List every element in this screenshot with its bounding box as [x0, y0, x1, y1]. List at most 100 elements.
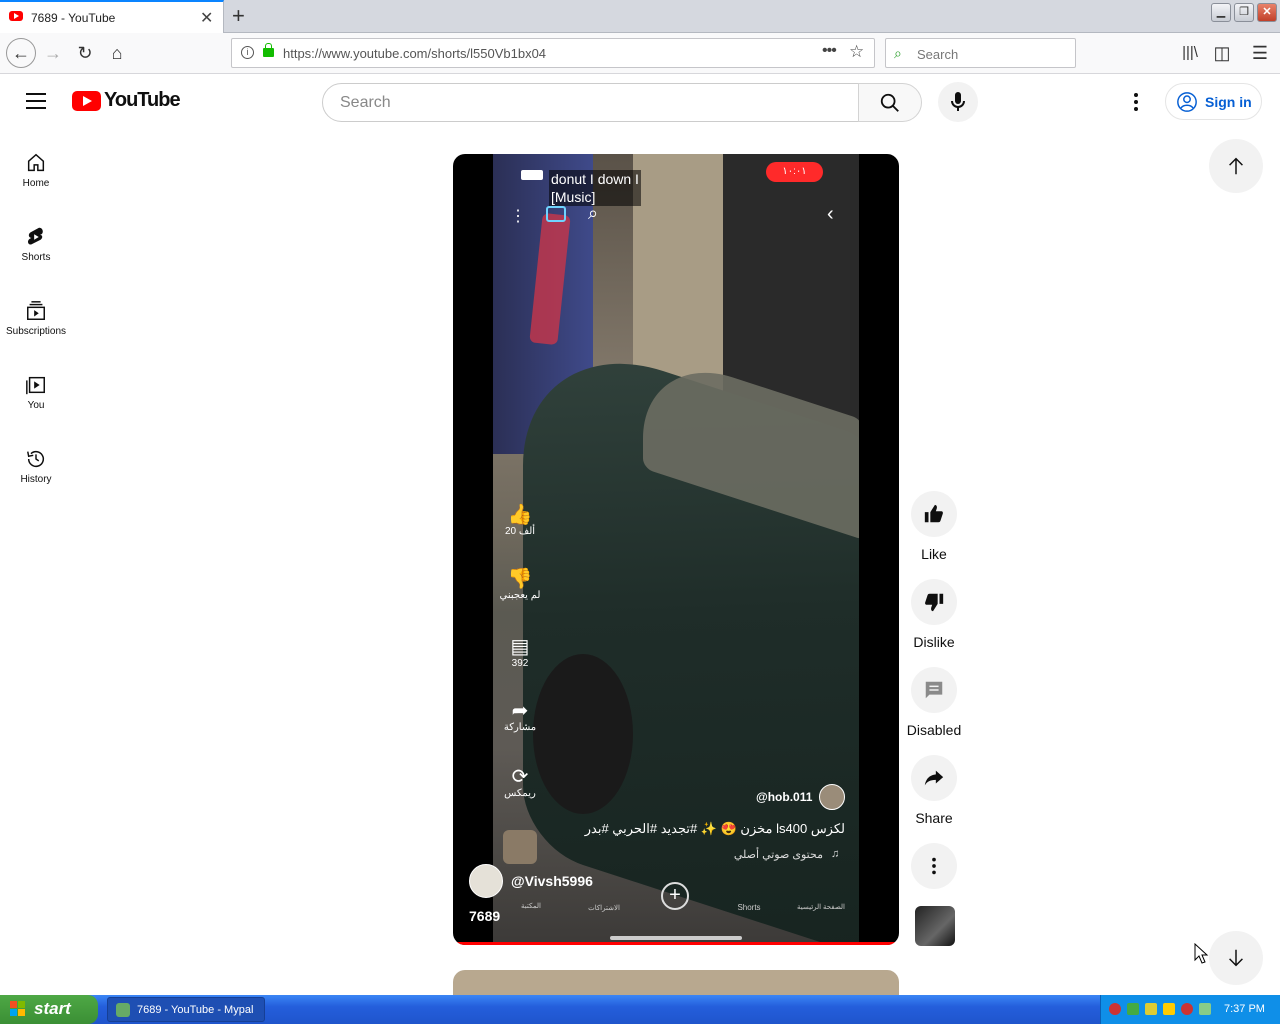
- minimize-window-icon[interactable]: ▁: [1211, 3, 1231, 22]
- like-button[interactable]: [911, 491, 957, 537]
- guide-menu-icon[interactable]: [26, 93, 46, 109]
- browser-search-field[interactable]: ⌕ Search: [885, 38, 1076, 68]
- live-timer-badge: ١٠:٠١: [766, 162, 823, 182]
- previous-short-button[interactable]: [1209, 139, 1263, 193]
- comments-button[interactable]: [911, 667, 957, 713]
- sign-in-button[interactable]: Sign in: [1165, 83, 1262, 120]
- bookmark-star-icon[interactable]: ☆: [849, 42, 864, 62]
- home-browser-icon[interactable]: ⌂: [105, 42, 129, 66]
- music-tag: donut I down I [Music]: [549, 170, 641, 206]
- forward-icon[interactable]: →: [41, 42, 65, 66]
- library-icon[interactable]: |||\: [1178, 42, 1202, 66]
- music-tag-line1: donut I down I: [551, 171, 639, 187]
- youtube-search-input[interactable]: Search: [322, 83, 859, 122]
- search-engine-icon: ⌕: [894, 45, 902, 61]
- embedded-create-icon: +: [661, 882, 689, 910]
- sound-thumbnail[interactable]: [915, 906, 955, 946]
- site-info-icon[interactable]: i: [241, 46, 254, 59]
- youtube-search-button[interactable]: [858, 83, 922, 122]
- new-tab-icon[interactable]: +: [232, 3, 245, 29]
- system-tray: 7:37 PM: [1100, 995, 1280, 1024]
- sidebar-item-you[interactable]: You: [0, 374, 72, 411]
- tray-app-icon[interactable]: [1145, 1003, 1157, 1015]
- lock-icon: [263, 43, 274, 57]
- shorts-video-player[interactable]: donut I down I [Music] ١٠:٠١ ⋮ ⌕ ‹ 👍 20 …: [453, 154, 899, 945]
- mouse-cursor-icon: [1194, 943, 1209, 964]
- sign-in-label: Sign in: [1205, 94, 1252, 110]
- next-short-preview[interactable]: [453, 970, 899, 995]
- embedded-author-avatar: [819, 784, 845, 810]
- video-progress-bar[interactable]: [453, 942, 899, 945]
- like-action[interactable]: Like: [903, 491, 965, 562]
- more-action[interactable]: [903, 843, 965, 889]
- channel-avatar[interactable]: [469, 864, 503, 898]
- sidebar-label-you: You: [27, 400, 45, 411]
- tray-antivirus-icon[interactable]: [1181, 1003, 1193, 1015]
- channel-name[interactable]: @Vivsh5996: [511, 873, 593, 889]
- settings-more-icon[interactable]: [1126, 91, 1146, 113]
- sidebar-label-subscriptions: Subscriptions: [5, 326, 67, 337]
- url-text[interactable]: https://www.youtube.com/shorts/l550Vb1bx…: [283, 46, 546, 61]
- more-vertical-icon: [932, 857, 936, 875]
- start-button[interactable]: start: [0, 995, 98, 1024]
- share-button[interactable]: [911, 755, 957, 801]
- embedded-caption: لكزس ls400 مخزن 😍 ✨ #تجديد #الحربي #بدر: [584, 821, 845, 836]
- browser-tab[interactable]: 7689 - YouTube ✕: [0, 0, 224, 33]
- sidebar-item-subscriptions[interactable]: Subscriptions: [0, 300, 72, 337]
- comments-action[interactable]: Disabled: [903, 667, 965, 738]
- arrow-down-icon: [1229, 949, 1243, 967]
- taskbar: start 7689 - YouTube - Mypal 7:37 PM: [0, 995, 1280, 1024]
- like-label: Like: [921, 546, 947, 562]
- embedded-nav-home: الصفحة الرئيسية: [796, 904, 845, 911]
- page-actions-icon[interactable]: •••: [822, 42, 837, 60]
- dislike-button[interactable]: [911, 579, 957, 625]
- youtube-favicon-icon: [9, 11, 23, 21]
- dislike-action[interactable]: Dislike: [903, 579, 965, 650]
- tab-title: 7689 - YouTube: [31, 11, 116, 25]
- tray-shield-icon[interactable]: [1109, 1003, 1121, 1015]
- restore-window-icon[interactable]: ❐: [1234, 3, 1254, 22]
- menu-icon[interactable]: ☰: [1248, 42, 1272, 66]
- embedded-more-icon: ⋮: [510, 208, 526, 225]
- tray-volume-icon[interactable]: [1199, 1003, 1211, 1015]
- share-label: Share: [915, 810, 953, 826]
- more-actions-button[interactable]: [911, 843, 957, 889]
- camera-icon: [546, 206, 566, 222]
- embedded-search-icon: ⌕: [588, 203, 599, 223]
- embedded-remix-label: ريمكس: [504, 788, 536, 799]
- sidebar-toggle-icon[interactable]: ◫: [1210, 42, 1234, 66]
- url-bar[interactable]: i https://www.youtube.com/shorts/l550Vb1…: [231, 38, 875, 68]
- sidebar-item-home[interactable]: Home: [0, 152, 72, 189]
- embedded-dislike: 👎 لم يعجبني: [493, 568, 547, 601]
- taskbar-window-label: 7689 - YouTube - Mypal: [137, 1004, 254, 1016]
- close-tab-icon[interactable]: ✕: [200, 8, 213, 28]
- share-action[interactable]: Share: [903, 755, 965, 826]
- embedded-dislike-label: لم يعجبني: [499, 590, 541, 601]
- search-icon: [880, 93, 899, 112]
- browser-navbar: ← → ↻ ⌂ i https://www.youtube.com/shorts…: [0, 33, 1280, 74]
- youtube-wordmark: YouTube: [104, 89, 181, 111]
- video-title[interactable]: 7689: [469, 908, 500, 924]
- reload-icon[interactable]: ↻: [73, 42, 97, 66]
- back-icon[interactable]: ←: [6, 38, 36, 68]
- taskbar-window-item[interactable]: 7689 - YouTube - Mypal: [107, 997, 265, 1022]
- embedded-comment-icon: ▤: [510, 636, 530, 658]
- sidebar-item-shorts[interactable]: Shorts: [0, 226, 72, 263]
- close-window-icon[interactable]: ✕: [1257, 3, 1277, 22]
- tray-network-icon[interactable]: [1127, 1003, 1139, 1015]
- voice-search-button[interactable]: [938, 82, 978, 122]
- account-circle-icon: [1177, 92, 1197, 112]
- embedded-comments: ▤ 392: [493, 636, 547, 669]
- tray-security-icon[interactable]: [1163, 1003, 1175, 1015]
- home-icon: [27, 153, 45, 172]
- next-short-button[interactable]: [1209, 931, 1263, 985]
- sidebar-label-history: History: [20, 474, 52, 485]
- embedded-sound-thumbnail: [503, 830, 537, 864]
- thumb-down-icon: [925, 593, 944, 612]
- sidebar-label-shorts: Shorts: [21, 252, 51, 263]
- embedded-back-icon: ‹: [827, 203, 834, 225]
- browser-tab-strip: 7689 - YouTube ✕ + ▁ ❐ ✕: [0, 0, 1280, 33]
- sidebar-item-history[interactable]: History: [0, 448, 72, 485]
- embedded-like-count: 20 ألف: [504, 526, 536, 537]
- youtube-search-placeholder: Search: [340, 94, 391, 111]
